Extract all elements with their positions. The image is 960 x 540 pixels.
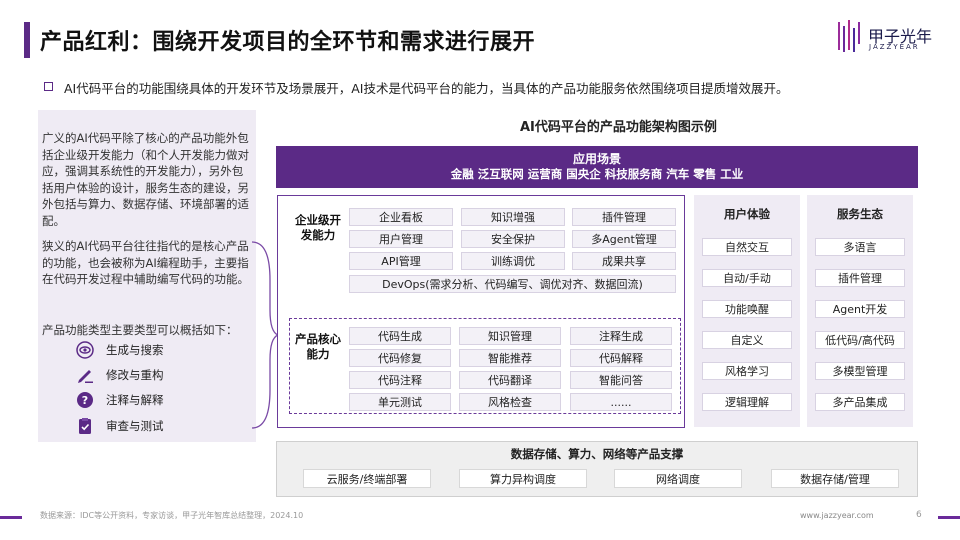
- support-cell: 算力异构调度: [459, 469, 587, 488]
- application-scenarios-list: 金融 泛互联网 运营商 国央企 科技服务商 汽车 零售 工业: [450, 167, 744, 181]
- footer-url: www.jazzyear.com: [800, 511, 874, 520]
- application-scenarios-box: 应用场景 金融 泛互联网 运营商 国央企 科技服务商 汽车 零售 工业: [276, 146, 918, 188]
- logo-mark-icon: [838, 20, 860, 52]
- enterprise-cell: 多Agent管理: [572, 230, 676, 248]
- ux-cell: 自定义: [702, 331, 792, 349]
- core-cell: 代码修复: [349, 349, 451, 367]
- devops-cell: DevOps(需求分析、代码编写、调优对齐、数据回流): [349, 275, 676, 293]
- core-cell: 代码翻译: [459, 371, 561, 389]
- enterprise-cell: 企业看板: [349, 208, 453, 226]
- enterprise-cell: 成果共享: [572, 252, 676, 270]
- enterprise-cell: 安全保护: [461, 230, 565, 248]
- core-capability-label: 产品核心能力: [295, 332, 341, 361]
- svg-text:?: ?: [82, 394, 88, 407]
- enterprise-cell: 插件管理: [572, 208, 676, 226]
- brand-logo: 甲子光年 JAZZYEAR: [836, 18, 946, 58]
- ux-cell: 功能唤醒: [702, 300, 792, 318]
- footer-line-left: [0, 516, 22, 519]
- core-cell: 代码注释: [349, 371, 451, 389]
- service-ecosystem-title: 服务生态: [837, 207, 883, 221]
- types-intro-text: 产品功能类型主要类型可以概括如下：: [42, 323, 238, 337]
- left-explanation-panel: 广义的AI代码平除了核心的产品功能外包括企业级开发能力（和个人开发能力做对应，强…: [38, 110, 256, 442]
- eco-cell: 低代码/高代码: [815, 331, 905, 349]
- type-label: 注释与解释: [106, 393, 164, 407]
- intro-bullet-icon: [44, 82, 53, 91]
- connector-brace: [251, 241, 280, 429]
- intro-text: AI代码平台的功能围绕具体的开发环节及场景展开，AI技术是代码平台的能力，当具体…: [64, 81, 789, 96]
- enterprise-cell: 用户管理: [349, 230, 453, 248]
- enterprise-capability-label: 企业级开发能力: [295, 213, 341, 242]
- page-number: 6: [916, 510, 922, 520]
- core-cell: 智能问答: [570, 371, 672, 389]
- logo-subtext: JAZZYEAR: [869, 43, 920, 51]
- type-item: 修改与重构: [76, 365, 164, 385]
- core-cell: 单元测试: [349, 393, 451, 411]
- support-cell: 数据存储/管理: [771, 469, 899, 488]
- question-icon: ?: [76, 391, 94, 409]
- type-label: 修改与重构: [106, 368, 164, 382]
- title-accent-bar: [24, 22, 30, 58]
- eco-cell: 插件管理: [815, 269, 905, 287]
- type-item: 生成与搜索: [76, 340, 164, 360]
- core-cell: 代码生成: [349, 327, 451, 345]
- ux-cell: 自动/手动: [702, 269, 792, 287]
- infrastructure-support-title: 数据存储、算力、网络等产品支撑: [510, 447, 684, 461]
- core-cell: 注释生成: [570, 327, 672, 345]
- narrow-definition-text: 狭义的AI代码平台往往指代的是核心产品的功能，也会被称为AI编程助手，主要指在代…: [42, 239, 249, 286]
- eye-icon: [76, 341, 94, 359]
- eco-cell: 多语言: [815, 238, 905, 256]
- user-experience-title: 用户体验: [724, 207, 770, 221]
- core-cell: 风格检查: [459, 393, 561, 411]
- pencil-icon: [76, 366, 94, 384]
- ux-cell: 逻辑理解: [702, 393, 792, 411]
- eco-cell: 多模型管理: [815, 362, 905, 380]
- eco-cell: 多产品集成: [815, 393, 905, 411]
- enterprise-cell: 知识增强: [461, 208, 565, 226]
- type-item: 审查与测试: [76, 416, 164, 436]
- type-item: ? 注释与解释: [76, 390, 164, 410]
- page-title: 产品红利：围绕开发项目的全环节和需求进行展开: [40, 30, 536, 55]
- footer-line-right: [938, 516, 960, 519]
- enterprise-cell: API管理: [349, 252, 453, 270]
- checklist-icon: [76, 417, 94, 435]
- eco-cell: Agent开发: [815, 300, 905, 318]
- core-cell: 知识管理: [459, 327, 561, 345]
- type-label: 生成与搜索: [106, 343, 164, 357]
- diagram-title: AI代码平台的产品功能架构图示例: [520, 120, 717, 135]
- broad-definition-text: 广义的AI代码平除了核心的产品功能外包括企业级开发能力（和个人开发能力做对应，强…: [42, 131, 249, 228]
- support-cell: 云服务/终端部署: [303, 469, 431, 488]
- enterprise-cell: 训练调优: [461, 252, 565, 270]
- support-cell: 网络调度: [614, 469, 742, 488]
- ux-cell: 自然交互: [702, 238, 792, 256]
- core-cell: 智能推荐: [459, 349, 561, 367]
- ux-cell: 风格学习: [702, 362, 792, 380]
- core-cell: 代码解释: [570, 349, 672, 367]
- footer-source: 数据来源：IDC等公开资料，专家访谈，甲子光年智库总结整理，2024.10: [40, 511, 304, 520]
- core-cell: ......: [570, 393, 672, 411]
- application-scenarios-title: 应用场景: [572, 152, 621, 166]
- type-label: 审查与测试: [106, 419, 164, 433]
